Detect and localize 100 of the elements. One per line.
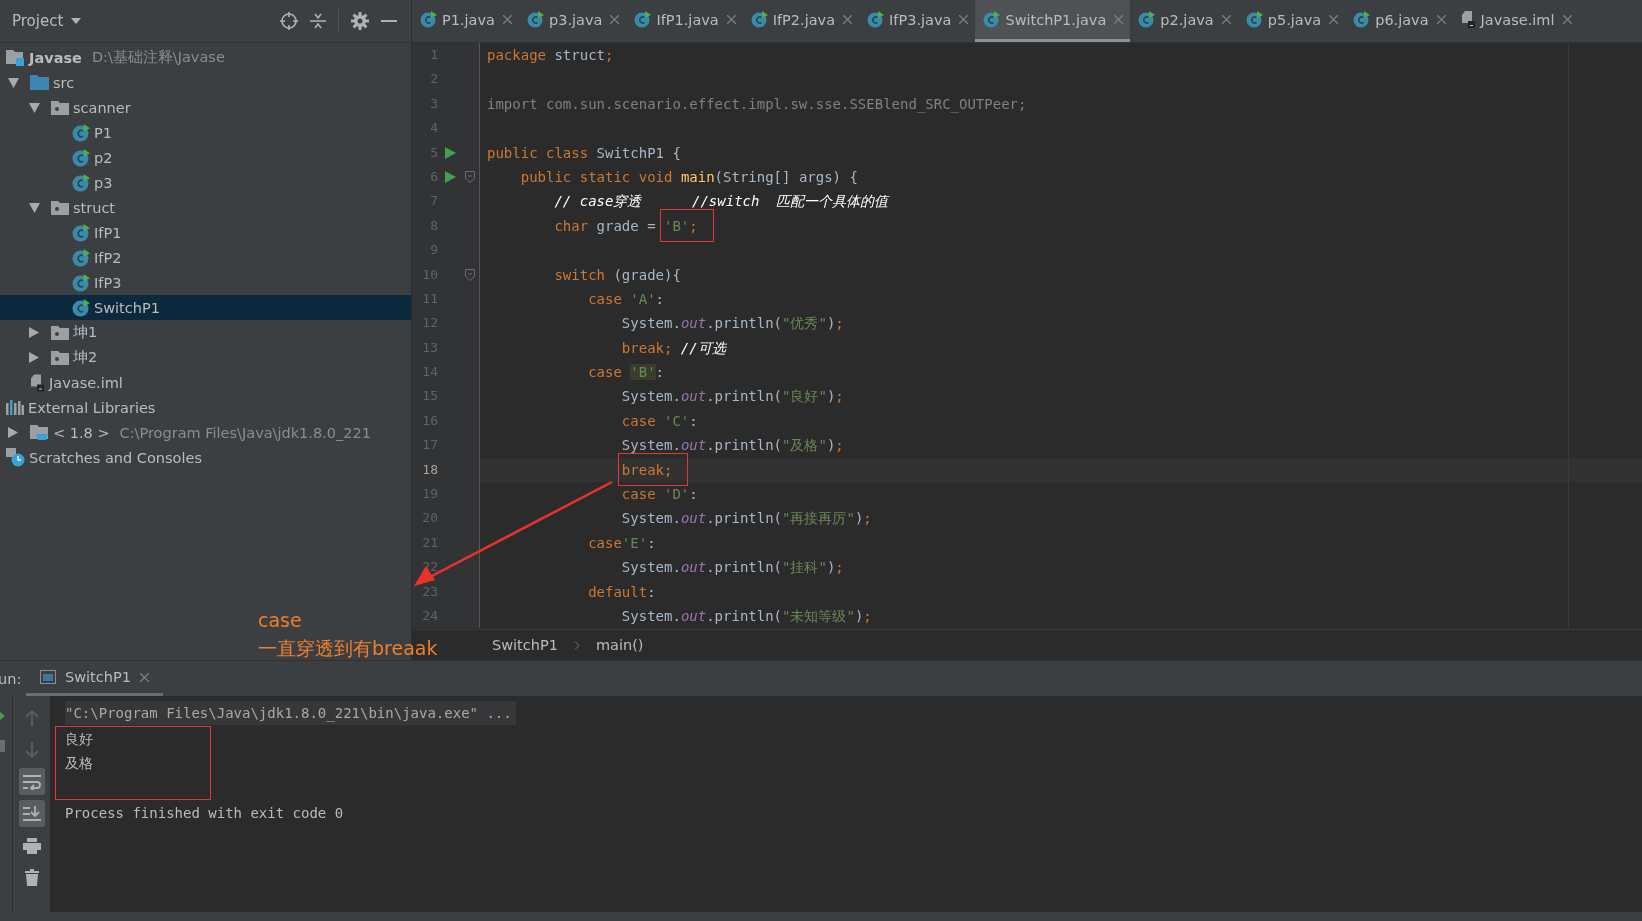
class-icon (750, 11, 768, 28)
code-line: case 'C': (620, 412, 698, 429)
class-icon (867, 11, 885, 28)
wrap-icon (22, 773, 41, 790)
close-icon[interactable] (1114, 15, 1124, 24)
tree-item[interactable]: Javase.iml (0, 370, 411, 395)
editor-tab[interactable]: p3.java (518, 0, 627, 42)
run-icon[interactable] (0, 712, 5, 720)
tree-item[interactable]: 坤1 (0, 320, 411, 345)
console-line: 良好 (65, 730, 93, 749)
crosshair-icon[interactable] (280, 12, 298, 30)
tree-label: 坤2 (73, 348, 98, 367)
path-hint: C:\Program Files\Java\jdk1.8.0_221 (119, 424, 371, 441)
editor-tab[interactable]: IfP1.java (626, 0, 743, 42)
tree-item[interactable]: Javase D:\基础注释\Javase (0, 45, 411, 70)
close-icon[interactable] (1562, 15, 1572, 24)
dropdown-caret-icon[interactable] (71, 18, 82, 24)
settings-icon[interactable] (351, 12, 369, 30)
tree-item[interactable]: < 1.8 > C:\Program Files\Java\jdk1.8.0_221 (0, 420, 411, 445)
scratches-icon (6, 448, 25, 467)
up-arrow-icon (24, 709, 39, 726)
code-line: default: (587, 583, 656, 600)
fold-icon[interactable] (465, 171, 475, 184)
tree-label: < 1.8 > (53, 424, 110, 441)
tree-item[interactable]: IfP1 (0, 220, 411, 245)
code-line: public static void main(String[] args) { (519, 168, 858, 185)
tree-label: struct (73, 199, 116, 216)
close-icon[interactable] (610, 15, 620, 24)
tree-item[interactable]: External Libraries (0, 395, 411, 420)
collapsed-arrow-icon[interactable] (29, 327, 39, 338)
package-folder-icon (51, 100, 69, 115)
tree-label: IfP2 (94, 249, 122, 266)
collapse-icon[interactable] (310, 12, 326, 30)
close-icon[interactable] (959, 15, 969, 24)
chevron-icon (573, 640, 580, 650)
class-icon (72, 298, 90, 317)
code-line: System.out.println("及格"); (620, 437, 844, 454)
tree-item[interactable]: SwitchP1 (0, 295, 411, 320)
tree-label: SwitchP1 (94, 299, 160, 316)
jdk-folder-icon (30, 424, 49, 441)
expanded-arrow-icon[interactable] (28, 202, 40, 213)
expanded-arrow-icon[interactable] (7, 77, 19, 88)
scroll-end-button[interactable] (18, 800, 45, 827)
console-line: Process finished with exit code 0 (65, 804, 344, 823)
panel-title[interactable]: Project (12, 12, 64, 30)
tree-item[interactable]: p3 (0, 170, 411, 195)
close-icon[interactable] (1221, 15, 1231, 24)
close-icon[interactable] (726, 15, 736, 24)
editor-tab[interactable]: p5.java (1237, 0, 1346, 42)
wrap-button[interactable] (18, 768, 45, 795)
close-icon[interactable] (843, 15, 853, 24)
close-icon[interactable] (1436, 15, 1446, 24)
tree-item[interactable]: scanner (0, 95, 411, 120)
tree-item[interactable]: P1 (0, 120, 411, 145)
editor-tab[interactable]: SwitchP1.java (975, 0, 1131, 42)
tree-item[interactable]: struct (0, 195, 411, 220)
tree-item[interactable]: IfP3 (0, 270, 411, 295)
class-icon (72, 248, 90, 267)
code-line: // case穿透 //switch 匹配一个具体的值 (553, 193, 889, 210)
code-line: System.out.println("再接再厉"); (620, 510, 872, 527)
scroll-to-end-icon (22, 805, 41, 822)
run-icon[interactable] (444, 171, 456, 184)
code-line: case 'A': (587, 290, 665, 307)
class-icon (1353, 11, 1371, 28)
breadcrumb[interactable]: main() (595, 637, 644, 653)
run-icon[interactable] (444, 146, 456, 159)
editor-tab[interactable]: P1.java (412, 0, 519, 42)
close-icon[interactable] (502, 15, 512, 24)
tree-item[interactable]: Scratches and Consoles (0, 445, 411, 470)
tree-item[interactable]: IfP2 (0, 245, 411, 270)
path-hint: D:\基础注释\Javase (91, 48, 225, 67)
class-icon (72, 223, 90, 242)
class-icon (72, 123, 90, 142)
editor-tab[interactable]: IfP2.java (742, 0, 860, 42)
class-icon (1245, 11, 1263, 28)
file-icon (30, 373, 45, 392)
fold-icon[interactable] (465, 268, 475, 281)
tree-item[interactable]: p2 (0, 145, 411, 170)
editor-tab[interactable]: IfP3.java (859, 0, 976, 42)
expanded-arrow-icon[interactable] (28, 102, 40, 113)
collapsed-arrow-icon[interactable] (8, 427, 18, 438)
tree-label: P1 (94, 124, 112, 141)
folder-icon (30, 75, 49, 90)
annotation-text: 一直穿透到有breaak (258, 636, 438, 661)
close-icon[interactable] (1329, 15, 1339, 24)
collapsed-arrow-icon[interactable] (29, 352, 39, 363)
editor-tab[interactable]: Javase.iml (1452, 0, 1579, 42)
breadcrumb[interactable]: SwitchP1 (492, 637, 558, 653)
code-line: package struct; (487, 47, 614, 63)
tree-item[interactable]: src (0, 70, 411, 95)
code-line: break; //可选 (620, 339, 726, 356)
code-line: public class SwitchP1 { (487, 144, 681, 161)
code-line: break; (620, 461, 673, 478)
code-line: System.out.println("良好"); (620, 388, 844, 405)
editor-tab[interactable]: p2.java (1130, 0, 1238, 42)
editor-tab[interactable]: p6.java (1345, 0, 1453, 42)
close-icon[interactable] (139, 672, 149, 682)
tree-item[interactable]: 坤2 (0, 345, 411, 370)
code-line: case 'B': (587, 364, 665, 381)
tree-label: Javase (29, 49, 82, 66)
